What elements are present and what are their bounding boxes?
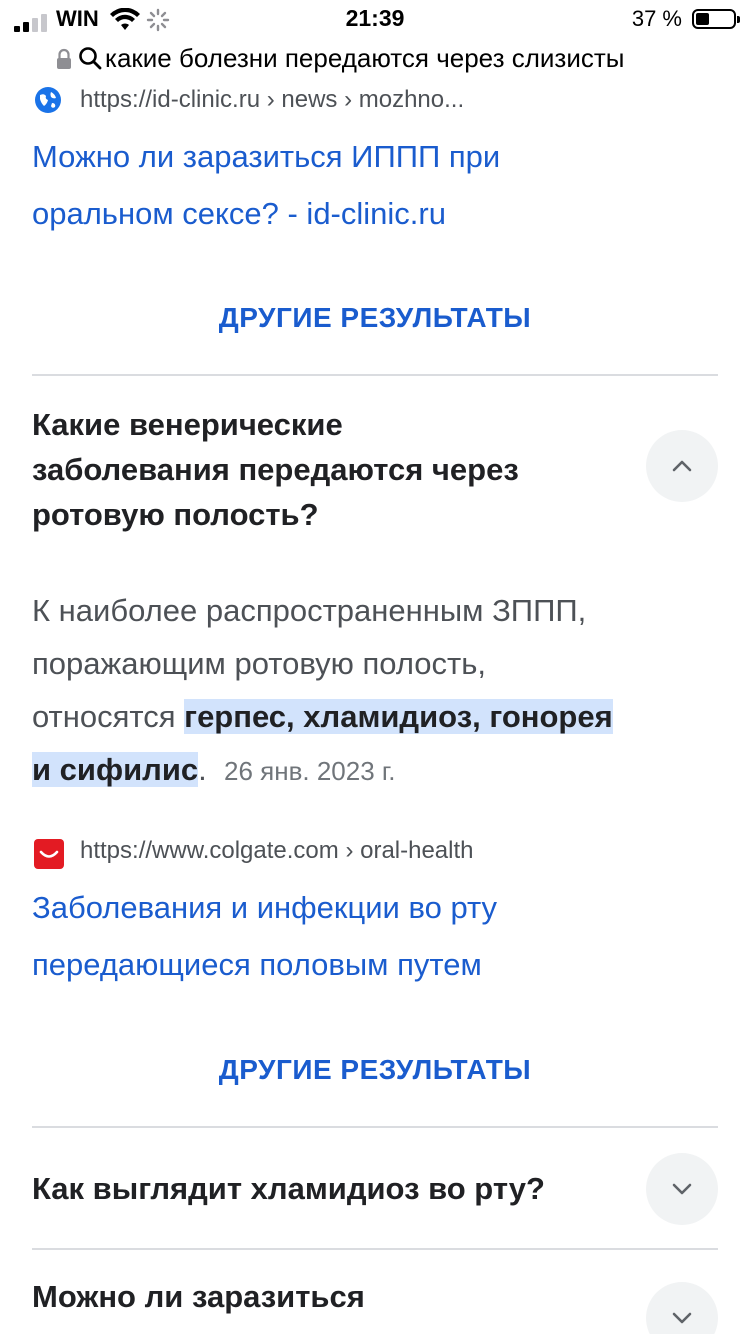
faq-question[interactable]: Можно ли заразиться bbox=[32, 1274, 622, 1319]
expand-toggle-button[interactable] bbox=[646, 1282, 718, 1334]
search-results: https://id-clinic.ru › news › mozhno... … bbox=[0, 80, 750, 1334]
status-bar: WIN 21:39 37 % bbox=[0, 0, 750, 40]
lock-icon bbox=[57, 48, 71, 69]
answer-date: 26 янв. 2023 г. bbox=[224, 756, 396, 786]
search-query-text: какие болезни передаются через слизисты bbox=[105, 43, 625, 73]
globe-icon bbox=[35, 87, 61, 113]
faq-answer: К наиболее распространенным ЗППП, поража… bbox=[32, 593, 613, 787]
battery-percentage: 37 % bbox=[631, 6, 682, 31]
faq-question[interactable]: Какие венерические заболевания передаютс… bbox=[32, 402, 622, 537]
expand-toggle-button[interactable] bbox=[646, 1153, 718, 1225]
result-url: https://www.colgate.com › oral-health bbox=[80, 837, 474, 864]
address-bar[interactable]: какие болезни передаются через слизисты bbox=[0, 40, 750, 80]
result-title-link[interactable]: Заболевания и инфекции во рту передающие… bbox=[32, 879, 692, 993]
more-results-button[interactable]: ДРУГИЕ РЕЗУЛЬТАТЫ bbox=[0, 302, 750, 334]
search-icon bbox=[79, 47, 102, 70]
divider bbox=[32, 1126, 718, 1128]
colgate-icon bbox=[34, 839, 64, 869]
chevron-down-icon bbox=[672, 1312, 692, 1324]
faq-question[interactable]: Как выглядит хламидиоз во рту? bbox=[32, 1166, 622, 1211]
divider bbox=[32, 374, 718, 376]
battery-icon bbox=[692, 9, 740, 29]
result-title-link[interactable]: Можно ли заразиться ИППП при оральном се… bbox=[32, 128, 692, 242]
chevron-up-icon bbox=[672, 460, 692, 472]
more-results-button[interactable]: ДРУГИЕ РЕЗУЛЬТАТЫ bbox=[0, 1054, 750, 1086]
collapse-toggle-button[interactable] bbox=[646, 430, 718, 502]
answer-highlight: и сифилис bbox=[32, 752, 199, 787]
answer-highlight: герпес, хламидиоз, гонорея bbox=[184, 699, 613, 734]
result-url: https://id-clinic.ru › news › mozhno... bbox=[80, 86, 465, 113]
chevron-down-icon bbox=[672, 1183, 692, 1195]
divider bbox=[32, 1248, 718, 1250]
